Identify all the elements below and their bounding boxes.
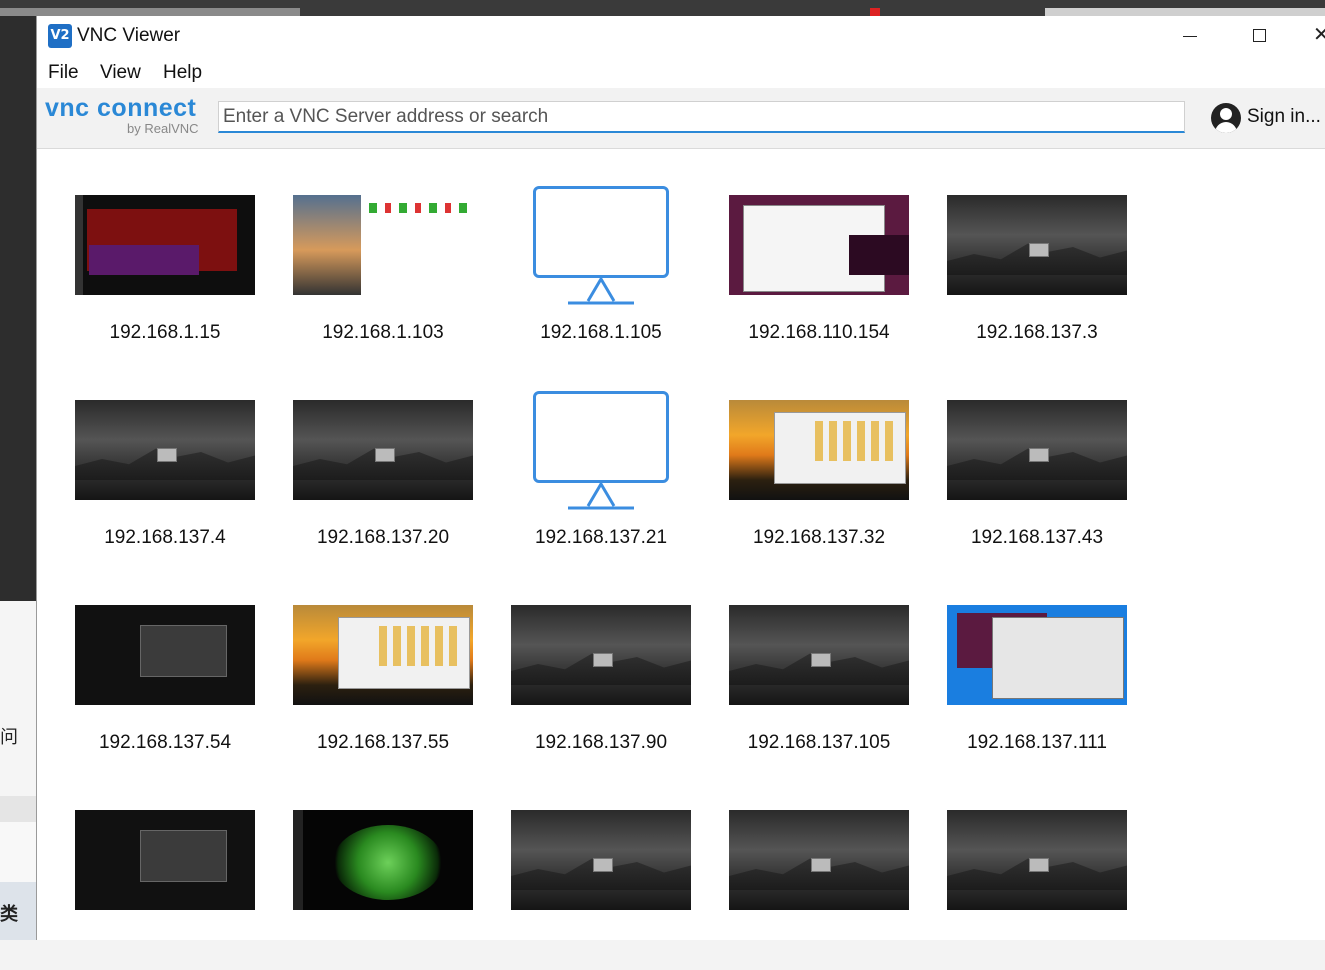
connection-label: 192.168.137.43	[970, 527, 1104, 548]
connection-thumbnail	[947, 605, 1127, 705]
menu-bar: File View Help	[37, 60, 1325, 88]
connection-thumbnail	[293, 810, 473, 910]
title-bar[interactable]: V2 VNC Viewer ✕	[37, 16, 1325, 56]
connection-thumbnail	[729, 605, 909, 705]
monitor-icon	[533, 391, 669, 511]
background-panel: 类	[0, 882, 36, 940]
background-panel	[0, 822, 36, 882]
vnc-viewer-window: V2 VNC Viewer ✕ File View Help vnc conne…	[36, 16, 1325, 940]
connection-tile[interactable]: 192.168.1.105	[511, 186, 691, 355]
connection-tile[interactable]	[511, 810, 691, 970]
background-text: 类	[0, 904, 18, 925]
maximize-button[interactable]	[1237, 16, 1283, 56]
connection-label: 192.168.137.4	[104, 527, 226, 548]
connection-thumbnail	[729, 400, 909, 500]
desktop-top-strip	[0, 0, 1325, 16]
connection-tile[interactable]: 192.168.137.32	[729, 400, 909, 560]
connection-label: 192.168.1.15	[109, 322, 221, 343]
connection-label: 192.168.137.21	[534, 527, 668, 548]
connection-label: 192.168.137.3	[976, 322, 1098, 343]
desktop-strip-segment	[1045, 8, 1325, 16]
monitor-icon	[533, 186, 669, 306]
user-avatar-icon[interactable]	[1211, 103, 1241, 133]
connection-tile[interactable]: 192.168.137.3	[947, 195, 1127, 355]
close-button[interactable]: ✕	[1307, 16, 1325, 56]
background-text: 问	[0, 727, 18, 748]
background-panel: 问	[0, 601, 36, 811]
connection-tile[interactable]	[293, 810, 473, 970]
connection-label: 192.168.1.105	[540, 322, 662, 343]
connection-tile[interactable]: 192.168.137.111	[947, 605, 1127, 765]
sign-in-link[interactable]: Sign in...	[1247, 106, 1321, 128]
connection-label: 192.168.137.54	[98, 732, 232, 753]
window-title: VNC Viewer	[77, 25, 181, 46]
connection-label: 192.168.137.20	[316, 527, 450, 548]
connection-tile[interactable]: 192.168.1.15	[75, 195, 255, 355]
toolbar: vnc connect by RealVNC Sign in...	[37, 88, 1325, 149]
connection-thumbnail	[75, 400, 255, 500]
connection-thumbnail	[947, 400, 1127, 500]
connection-label: 192.168.137.55	[316, 732, 450, 753]
menu-view[interactable]: View	[100, 62, 141, 84]
connection-label: 192.168.137.32	[752, 527, 886, 548]
server-search-input[interactable]	[218, 101, 1185, 133]
desktop-strip-segment	[0, 8, 300, 16]
connection-thumbnail	[293, 400, 473, 500]
connection-tile[interactable]	[729, 810, 909, 970]
connections-grid: 192.168.1.15 192.168.1.103 192.168.1.105 19…	[37, 149, 1325, 940]
connection-thumbnail	[511, 605, 691, 705]
connection-thumbnail	[75, 605, 255, 705]
connection-tile[interactable]: 192.168.137.55	[293, 605, 473, 765]
connection-tile[interactable]	[75, 810, 255, 970]
connection-tile[interactable]: 192.168.137.20	[293, 400, 473, 560]
connection-label: 192.168.1.103	[322, 322, 444, 343]
connection-tile[interactable]: 192.168.1.103	[293, 195, 473, 355]
connection-thumbnail	[293, 605, 473, 705]
connection-tile[interactable]: 192.168.110.154	[729, 195, 909, 355]
connection-thumbnail	[947, 195, 1127, 295]
connection-thumbnail	[75, 195, 255, 295]
minimize-button[interactable]	[1167, 16, 1213, 56]
connection-tile[interactable]: 192.168.137.21	[511, 391, 691, 560]
background-window-edge: 问 类	[0, 16, 36, 940]
connection-tile[interactable]: 192.168.137.4	[75, 400, 255, 560]
connection-thumbnail	[947, 810, 1127, 910]
vnc-app-icon: V2	[48, 24, 72, 48]
desktop-strip-segment	[870, 8, 880, 16]
connection-tile[interactable]: 192.168.137.54	[75, 605, 255, 765]
connection-thumbnail	[729, 195, 909, 295]
connection-label: 192.168.110.154	[748, 322, 890, 343]
vnc-connect-logo: vnc connect	[45, 94, 197, 122]
menu-file[interactable]: File	[48, 62, 79, 84]
connection-thumbnail	[511, 810, 691, 910]
connection-tile[interactable]: 192.168.137.43	[947, 400, 1127, 560]
close-icon: ✕	[1313, 24, 1325, 46]
logo-subtitle: by RealVNC	[127, 121, 199, 136]
background-panel	[0, 796, 36, 822]
connection-label: 192.168.137.105	[747, 732, 891, 753]
menu-help[interactable]: Help	[163, 62, 202, 84]
connection-thumbnail	[293, 195, 473, 295]
connection-tile[interactable]: 192.168.137.90	[511, 605, 691, 765]
connection-thumbnail	[75, 810, 255, 910]
connection-tile[interactable]: 192.168.137.105	[729, 605, 909, 765]
connection-label: 192.168.137.90	[534, 732, 668, 753]
connection-label: 192.168.137.111	[967, 732, 1107, 753]
connection-tile[interactable]	[947, 810, 1127, 970]
connection-thumbnail	[729, 810, 909, 910]
